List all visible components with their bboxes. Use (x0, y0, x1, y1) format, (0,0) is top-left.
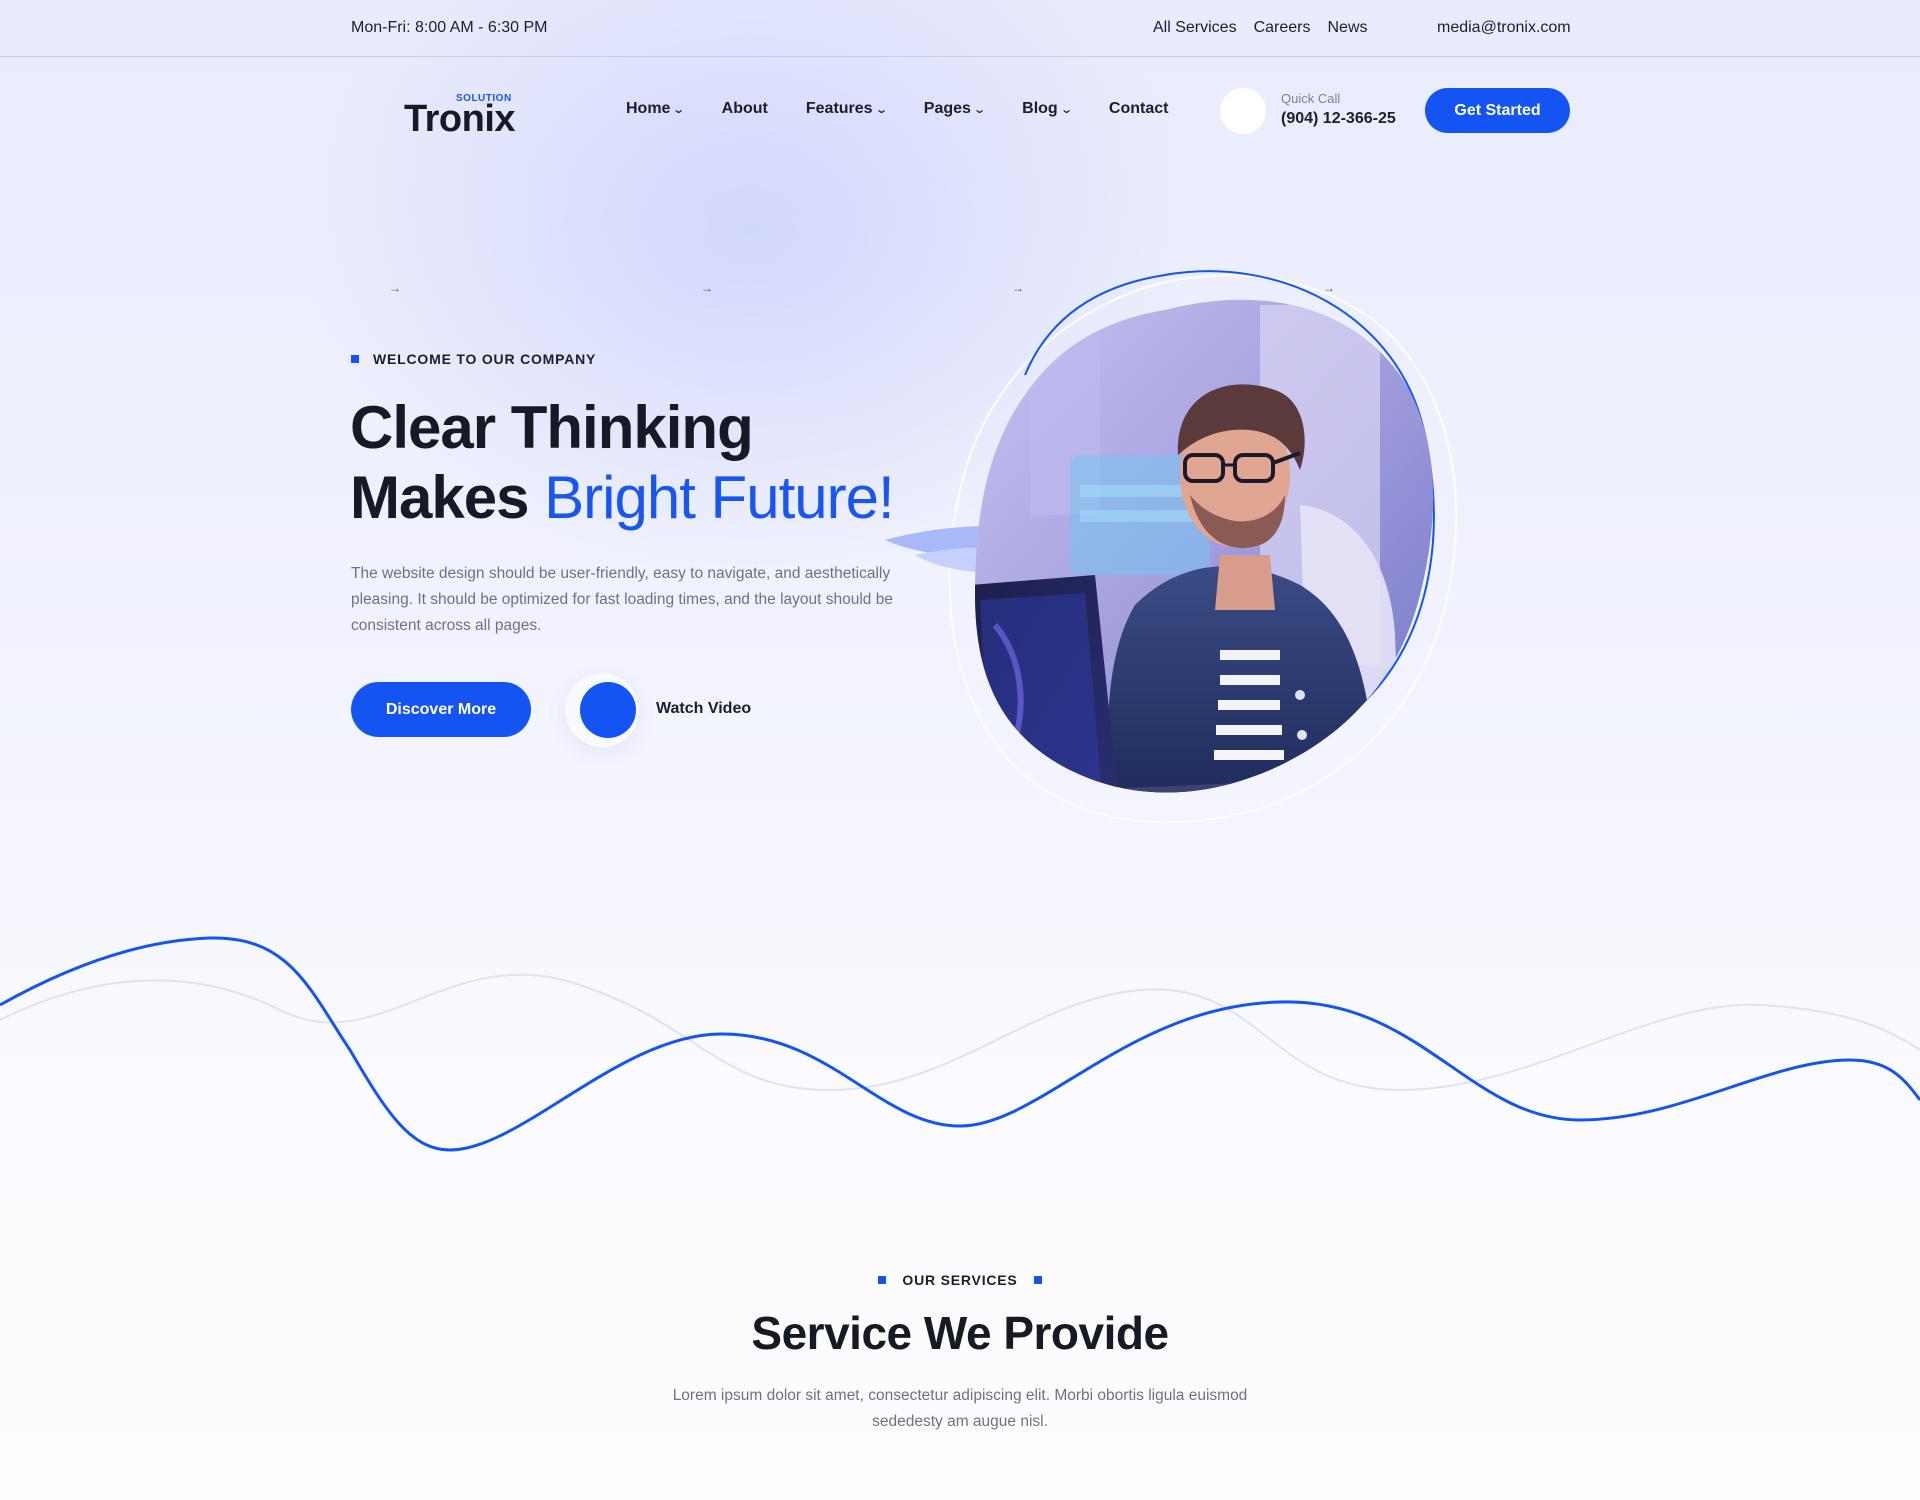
nav-item-label: About (721, 100, 768, 117)
square-bullet-icon (1033, 1276, 1042, 1284)
chevron-down-icon: ⌄ (1059, 103, 1073, 116)
top-link-all-services[interactable]: All Services (1153, 19, 1237, 37)
arrow-right-icon: → (389, 281, 401, 295)
chevron-down-icon: ⌄ (874, 103, 888, 116)
top-bar: Mon-Fri: 8:00 AM - 6:30 PM All Services … (0, 0, 1920, 57)
top-link-careers[interactable]: Careers (1254, 19, 1311, 37)
nav-item-label: Contact (1108, 100, 1169, 117)
wave-decoration (0, 936, 1920, 1152)
nav-item-label: Home (626, 100, 671, 117)
hero-eyebrow-text: WELCOME TO OUR COMPANY (373, 351, 597, 367)
chevron-down-icon: ⌄ (973, 103, 986, 116)
top-link-news[interactable]: News (1327, 19, 1367, 37)
nav-item-contact[interactable]: Contact (1109, 100, 1169, 118)
watch-video-link[interactable]: Watch Video (656, 700, 751, 718)
wave-blue (0, 936, 1920, 1152)
top-links: All Services Careers News (1153, 19, 1368, 37)
quick-call-label: Quick Call (1281, 91, 1341, 106)
nav-item-about[interactable]: About (722, 100, 768, 118)
services-description: Lorem ipsum dolor sit amet, consectetur … (672, 1387, 1248, 1430)
hero-headline: Clear Thinking Makes Bright Future! (350, 393, 895, 533)
nav-item-home[interactable]: Home ⌄ (626, 100, 686, 118)
play-triangle (601, 701, 615, 719)
wave-faint (0, 973, 1920, 1092)
services-title: Service We Provide (751, 1307, 1169, 1359)
arrow-right-icon: → (701, 281, 713, 295)
photo-blob (975, 299, 1434, 793)
play-icon[interactable] (580, 682, 636, 738)
square-bullet-icon (878, 1276, 887, 1284)
nav-item-label: Pages (923, 100, 971, 117)
discover-more-button[interactable]: Discover More (351, 682, 531, 737)
hero-image (885, 270, 1458, 824)
services-eyebrow: OUR SERVICES (0, 1272, 1920, 1288)
square-bullet-icon (351, 355, 359, 363)
quick-call-number[interactable]: (904) 12-366-25 (1281, 110, 1396, 128)
business-hours: Mon-Fri: 8:00 AM - 6:30 PM (351, 19, 548, 36)
nav-item-label: Features (805, 100, 873, 117)
hero-eyebrow: WELCOME TO OUR COMPANY (351, 351, 596, 367)
nav-item-label: Blog (1022, 100, 1058, 117)
headline-accent: Bright Future! (544, 464, 894, 531)
main-nav: Home ⌄ About Features ⌄ Pages ⌄ Blog ⌄ C… (626, 100, 1206, 118)
headline-line-1: Clear Thinking (350, 394, 754, 461)
nav-item-blog[interactable]: Blog ⌄ (1022, 100, 1073, 118)
logo-name: Tronix (404, 98, 516, 140)
chevron-down-icon: ⌄ (672, 103, 686, 116)
get-started-button[interactable]: Get Started (1425, 88, 1570, 133)
contact-email[interactable]: media@tronix.com (1437, 19, 1571, 37)
services-eyebrow-text: OUR SERVICES (902, 1272, 1018, 1288)
hero-description: The website design should be user-friend… (351, 565, 893, 634)
nav-item-pages[interactable]: Pages ⌄ (923, 100, 986, 118)
nav-item-features[interactable]: Features ⌄ (805, 100, 888, 118)
phone-icon[interactable] (1220, 88, 1266, 134)
headline-line-2: Makes (350, 464, 545, 531)
